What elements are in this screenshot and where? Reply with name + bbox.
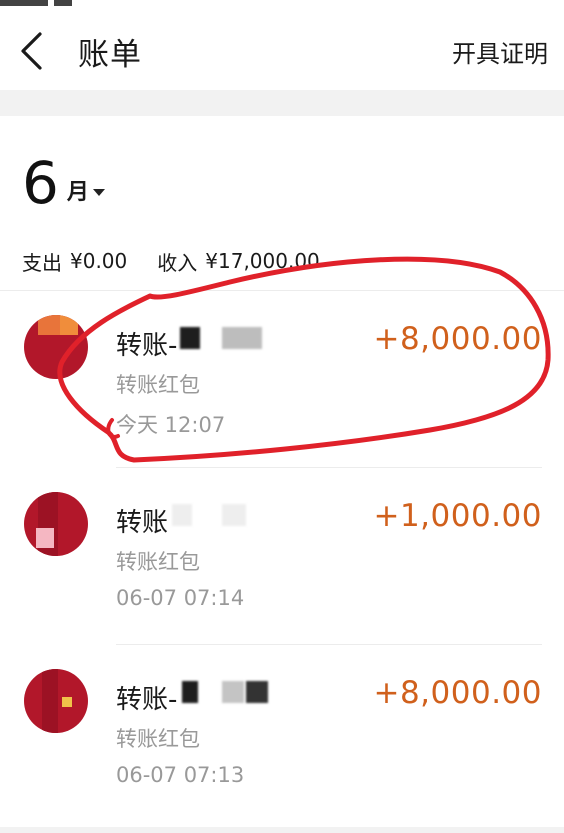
redacted-name xyxy=(182,681,198,703)
transaction-amount: +8,000.00 xyxy=(373,675,542,711)
income-value: ¥17,000.00 xyxy=(205,249,320,273)
bill-summary: 6 月 支出 ¥0.00 收入 ¥17,000.00 xyxy=(0,116,564,276)
bottom-band xyxy=(0,827,564,833)
transaction-amount: +1,000.00 xyxy=(373,498,542,534)
section-divider xyxy=(0,90,564,116)
transaction-amount: +8,000.00 xyxy=(373,321,542,357)
transaction-list: 转账- 转账红包 今天 12:07 +8,000.00 转账 转账红包 06-0… xyxy=(0,290,564,822)
issue-certificate-button[interactable]: 开具证明 xyxy=(452,34,548,69)
income-label: 收入 xyxy=(157,250,198,275)
avatar xyxy=(24,669,88,733)
transaction-time: 06-07 07:13 xyxy=(116,763,245,787)
redacted-name xyxy=(222,327,262,349)
redacted-name xyxy=(180,327,200,349)
back-button[interactable] xyxy=(18,29,58,73)
transaction-row[interactable]: 转账 转账红包 06-07 07:14 +1,000.00 xyxy=(0,468,564,645)
month-unit: 月 xyxy=(66,180,89,205)
transaction-name: 转账- xyxy=(116,331,178,361)
redacted-name xyxy=(172,504,192,526)
transaction-row[interactable]: 转账- 转账红包 06-07 07:13 +8,000.00 xyxy=(0,645,564,822)
avatar xyxy=(24,315,88,379)
expense-value: ¥0.00 xyxy=(70,249,128,273)
month-number: 6 xyxy=(22,149,59,217)
status-bar-fragment xyxy=(0,0,120,6)
caret-down-icon xyxy=(92,189,105,196)
redacted-name xyxy=(222,504,246,526)
transaction-time: 06-07 07:14 xyxy=(116,586,245,610)
expense-label: 支出 xyxy=(22,250,62,275)
redacted-name xyxy=(222,681,244,703)
month-selector[interactable]: 6 月 xyxy=(22,116,152,212)
status-bar xyxy=(0,0,564,12)
chevron-left-icon xyxy=(21,32,42,70)
transaction-type: 转账红包 xyxy=(116,373,200,397)
transaction-type: 转账红包 xyxy=(116,550,200,574)
transaction-name: 转账- xyxy=(116,685,178,715)
app-header: 账单 开具证明 xyxy=(0,12,564,90)
transaction-type: 转账红包 xyxy=(116,727,200,751)
transaction-name: 转账 xyxy=(116,508,169,538)
page-title: 账单 xyxy=(78,36,142,73)
transaction-row[interactable]: 转账- 转账红包 今天 12:07 +8,000.00 xyxy=(0,291,564,468)
totals-row: 支出 ¥0.00 收入 ¥17,000.00 xyxy=(22,246,542,276)
redacted-name xyxy=(246,681,268,703)
transaction-time: 今天 12:07 xyxy=(116,413,226,437)
avatar xyxy=(24,492,88,556)
